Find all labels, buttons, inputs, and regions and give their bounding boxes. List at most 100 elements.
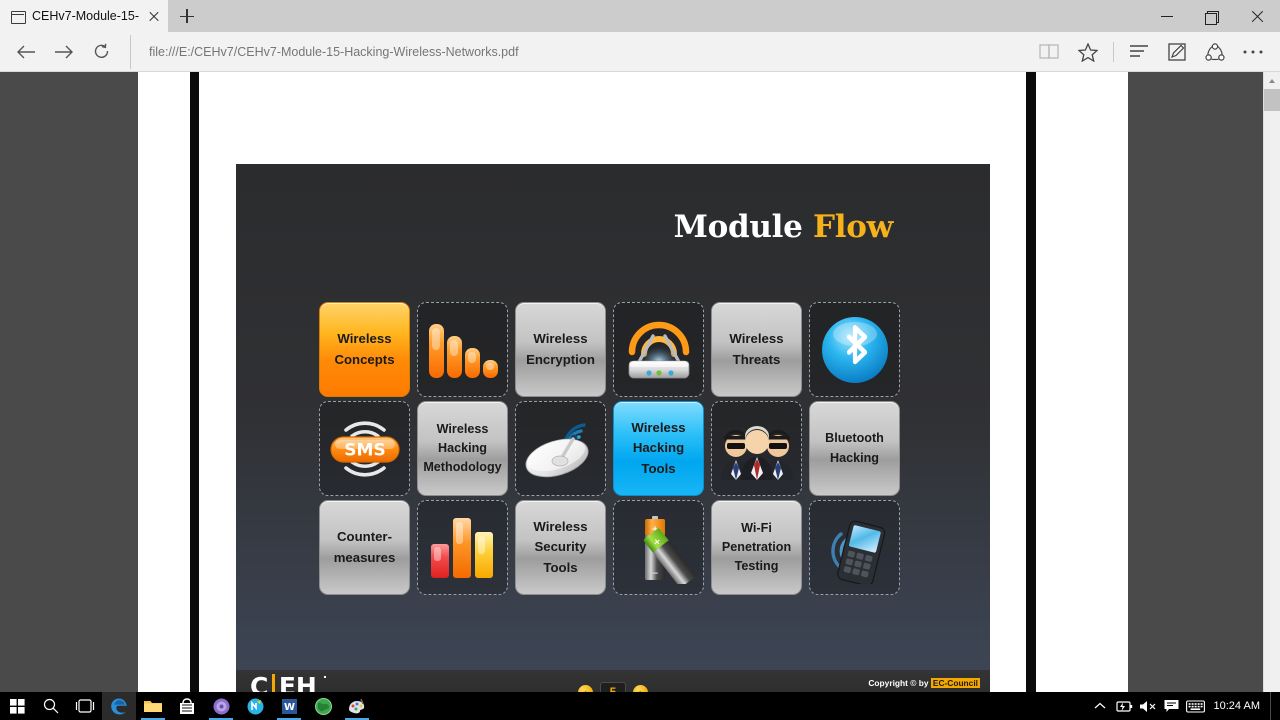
taskbar-file-explorer[interactable]	[136, 692, 170, 720]
search-button[interactable]	[34, 692, 68, 720]
tile-icon-satellite-dish[interactable]	[515, 401, 606, 496]
module-flow-grid: Wireless Concepts Wireless Encryption Wi…	[318, 300, 901, 597]
taskbar-word[interactable]: W	[272, 692, 306, 720]
touch-keyboard[interactable]	[1184, 692, 1208, 720]
tile-bluetooth-hacking[interactable]: Bluetooth Hacking	[809, 401, 900, 496]
nitro-icon	[247, 698, 263, 714]
grid-cell: Wi-Fi Penetration Testing	[710, 498, 803, 597]
slide-title: Module Flow	[674, 209, 894, 245]
toolbar-icons	[1031, 35, 1272, 69]
prev-page-button[interactable]: ‹	[578, 684, 593, 692]
pdf-scrollbar[interactable]	[1263, 72, 1280, 692]
hub-icon[interactable]	[1120, 35, 1158, 69]
tile-icon-businessmen[interactable]	[711, 401, 802, 496]
tile-label-line: measures	[333, 549, 396, 565]
tile-wireless-concepts[interactable]: Wireless Concepts	[319, 302, 410, 397]
tile-label-line: Methodology	[423, 460, 502, 475]
tile-wireless-hacking-methodology[interactable]: Wireless Hacking Methodology	[417, 401, 508, 496]
windows-taskbar: W 10:24 AM	[0, 692, 1280, 720]
start-button[interactable]	[0, 692, 34, 720]
tile-icon-batteries[interactable]: + − +	[613, 500, 704, 595]
grid-cell: Wireless Concepts	[318, 300, 411, 399]
back-arrow-icon[interactable]	[8, 35, 44, 69]
tile-label-line: Wireless	[729, 331, 784, 347]
pdf-viewer: Module Flow Wireless Concepts Wireless E…	[0, 72, 1280, 692]
action-center[interactable]	[1160, 692, 1184, 720]
grid-cell: Wireless Hacking Tools	[612, 399, 705, 498]
taskbar-edge[interactable]	[102, 692, 136, 720]
ceh-logo: C EH Certified Ethical Hacker	[250, 674, 350, 692]
purple-circle-icon	[213, 698, 229, 714]
more-icon[interactable]	[1234, 35, 1272, 69]
tab-strip: CEHv7-Module-15-Hack	[0, 0, 1280, 32]
tile-label-line: Hacking	[632, 440, 685, 456]
new-tab-button[interactable]	[168, 0, 206, 32]
tile-icon-wireless-router[interactable]	[613, 302, 704, 397]
window-close-icon[interactable]	[1235, 0, 1280, 32]
task-view-button[interactable]	[68, 692, 102, 720]
tile-wireless-security-tools[interactable]: Wireless Security Tools	[515, 500, 606, 595]
scroll-up-icon[interactable]	[1264, 72, 1280, 89]
tile-icon-sms[interactable]: SMS	[319, 401, 410, 496]
grid-cell	[514, 399, 607, 498]
taskbar-nitro[interactable]	[238, 692, 272, 720]
ceh-logo-eh: EH	[278, 672, 317, 693]
batteries-icon: + − +	[643, 515, 696, 584]
tile-label-line: Penetration	[721, 539, 792, 554]
tile-label-line: Wireless	[631, 420, 686, 436]
tile-wireless-encryption[interactable]: Wireless Encryption	[515, 302, 606, 397]
taskbar-app-purple[interactable]	[204, 692, 238, 720]
tile-label-line: Threats	[732, 351, 781, 367]
tile-icon-signal-bars[interactable]	[417, 302, 508, 397]
tile-wifi-penetration-testing[interactable]: Wi-Fi Penetration Testing	[711, 500, 802, 595]
tab-title: CEHv7-Module-15-Hack	[32, 9, 139, 23]
reading-view-icon[interactable]	[1031, 35, 1069, 69]
scrollbar-thumb[interactable]	[1264, 89, 1280, 111]
grid-cell: Bluetooth Hacking	[808, 399, 901, 498]
browser-tab[interactable]: CEHv7-Module-15-Hack	[0, 0, 168, 32]
show-desktop-button[interactable]	[1270, 692, 1276, 720]
bluetooth-icon	[821, 316, 888, 383]
pdf-black-bar-right	[1026, 72, 1036, 692]
tile-wireless-threats[interactable]: Wireless Threats	[711, 302, 802, 397]
tile-icon-bluetooth[interactable]	[809, 302, 900, 397]
mobile-phone-icon	[830, 520, 885, 584]
page-icon	[10, 9, 26, 24]
address-bar[interactable]: file:///E:/CEHv7/CEHv7-Module-15-Hacking…	[130, 34, 1029, 69]
tile-icon-bar-chart[interactable]	[417, 500, 508, 595]
grid-cell: Wireless Threats	[710, 300, 803, 399]
taskbar-clock[interactable]: 10:24 AM	[1208, 700, 1270, 712]
taskbar-store[interactable]	[170, 692, 204, 720]
refresh-icon[interactable]	[84, 35, 120, 69]
volume-status[interactable]	[1136, 692, 1160, 720]
taskbar-globe[interactable]	[306, 692, 340, 720]
battery-charging-icon	[1116, 700, 1133, 712]
svg-text:SMS: SMS	[344, 440, 385, 460]
battery-status[interactable]	[1112, 692, 1136, 720]
globe-icon	[314, 697, 332, 715]
web-note-icon[interactable]	[1158, 35, 1196, 69]
tab-close-icon[interactable]	[146, 8, 162, 24]
tile-icon-mobile-phone[interactable]	[809, 500, 900, 595]
taskbar-paint[interactable]	[340, 692, 374, 720]
minimize-icon[interactable]	[1145, 0, 1190, 32]
tile-countermeasures[interactable]: Counter-measures	[319, 500, 410, 595]
share-icon[interactable]	[1196, 35, 1234, 69]
slide-page-nav: ‹ 5 ›	[578, 682, 648, 692]
maximize-icon[interactable]	[1190, 0, 1235, 32]
next-page-button[interactable]: ›	[633, 684, 648, 692]
show-hidden-icons[interactable]	[1088, 692, 1112, 720]
tile-wireless-hacking-tools[interactable]: Wireless Hacking Tools	[613, 401, 704, 496]
tile-label-line: Wi-Fi	[741, 520, 772, 535]
grid-cell: Wireless Hacking Methodology	[416, 399, 509, 498]
page-number: 5	[600, 682, 626, 692]
forward-arrow-icon[interactable]	[46, 35, 82, 69]
tile-label-line: Tools	[543, 559, 578, 575]
tile-label-line: Hacking	[829, 450, 879, 465]
folder-icon	[144, 701, 162, 712]
bar-chart-icon	[430, 517, 493, 578]
tile-label-line: Tools	[641, 460, 676, 476]
svg-text:−: −	[651, 569, 659, 579]
pdf-black-bar-left	[190, 72, 199, 692]
favorites-star-icon[interactable]	[1069, 35, 1107, 69]
